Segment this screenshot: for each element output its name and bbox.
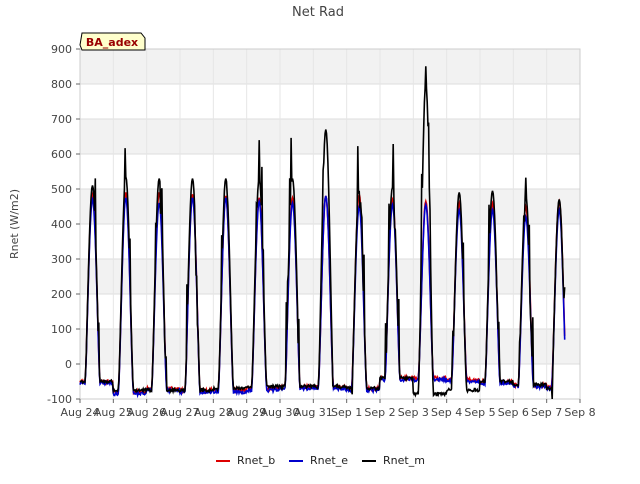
y-tick-label: 0 — [65, 358, 72, 371]
y-tick-label: 400 — [51, 218, 72, 231]
legend-label: Rnet_e — [310, 454, 348, 467]
legend: Rnet_b Rnet_e Rnet_m — [216, 454, 425, 467]
x-tick-label: Sep 7 — [531, 406, 562, 419]
x-tick-label: Sep 6 — [498, 406, 529, 419]
x-tick-label: Sep 2 — [364, 406, 395, 419]
y-axis-ticks: -100 0 100 200 300 400 500 600 700 800 900 — [47, 43, 80, 406]
legend-label: Rnet_m — [383, 454, 425, 467]
y-tick-label: 200 — [51, 288, 72, 301]
y-tick-label: 500 — [51, 183, 72, 196]
plot-band — [80, 84, 580, 119]
x-tick-label: Sep 3 — [398, 406, 429, 419]
x-axis-ticks: Aug 24Aug 25Aug 26Aug 27Aug 28Aug 29Aug … — [61, 399, 596, 419]
legend-label: Rnet_b — [237, 454, 275, 467]
y-tick-label: 100 — [51, 323, 72, 336]
x-tick-label: Sep 5 — [464, 406, 495, 419]
plot-band — [80, 154, 580, 189]
y-tick-label: 600 — [51, 148, 72, 161]
chart-container: -100 0 100 200 300 400 500 600 700 800 900 Aug 24 A… — [0, 0, 640, 480]
x-tick-label: Sep 4 — [431, 406, 462, 419]
plot-band — [80, 329, 580, 364]
y-axis-label: Rnet (W/m2) — [8, 189, 21, 259]
y-tick-label: -100 — [47, 393, 72, 406]
site-label-text: BA_adex — [86, 36, 138, 49]
x-tick-label: Sep 8 — [564, 406, 595, 419]
y-tick-label: 800 — [51, 78, 72, 91]
site-label-badge: BA_adex — [79, 32, 146, 51]
y-tick-label: 700 — [51, 113, 72, 126]
y-tick-label: 300 — [51, 253, 72, 266]
chart-title: Net Rad — [292, 5, 344, 20]
plot-band — [80, 119, 580, 154]
x-tick-label: Aug 31 — [294, 406, 333, 419]
y-tick-label: 900 — [51, 43, 72, 56]
net-rad-chart: -100 0 100 200 300 400 500 600 700 800 900 Aug 24A… — [8, 5, 596, 467]
x-tick-label: Sep 1 — [331, 406, 362, 419]
plot-band — [80, 49, 580, 84]
